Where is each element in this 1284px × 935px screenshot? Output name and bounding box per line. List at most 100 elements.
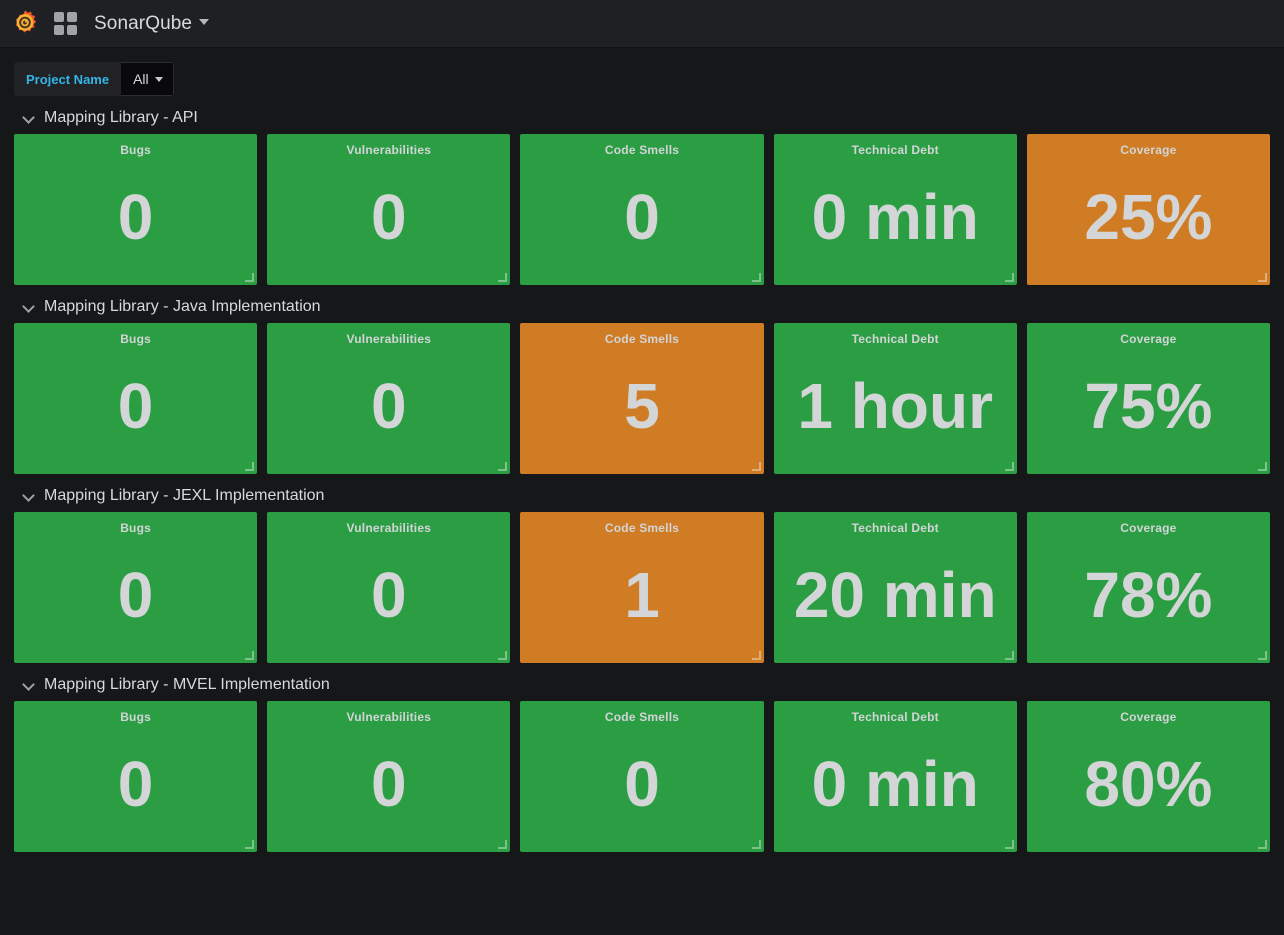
singlestat-panel[interactable]: Bugs 0 xyxy=(14,512,258,663)
panel-title: Bugs xyxy=(120,521,151,535)
singlestat-panel[interactable]: Code Smells 5 xyxy=(520,323,764,474)
panel-value: 20 min xyxy=(793,559,997,631)
singlestat-panel[interactable]: Coverage 78% xyxy=(1026,512,1271,663)
panel-title: Code Smells xyxy=(604,332,680,346)
panel-resize-handle[interactable] xyxy=(1004,840,1014,849)
singlestat-panel[interactable]: Bugs 0 xyxy=(14,701,258,852)
dashboard-row-title: Mapping Library - API xyxy=(44,109,198,126)
dashboard-title-button[interactable]: SonarQube xyxy=(78,13,210,35)
dashboard-row-title: Mapping Library - MVEL Implementation xyxy=(44,676,330,693)
singlestat-panel[interactable]: Bugs 0 xyxy=(14,323,258,474)
variable-value-dropdown[interactable]: All xyxy=(121,62,174,96)
dashboard-body: Mapping Library - API Bugs 0 Vulnerabilitie… xyxy=(0,104,1284,852)
singlestat-panel[interactable]: Vulnerabilities 0 xyxy=(267,512,511,663)
panel-value: 25% xyxy=(1084,181,1213,253)
panel-resize-handle[interactable] xyxy=(245,462,255,471)
singlestat-panel[interactable]: Vulnerabilities 0 xyxy=(267,134,511,285)
dashboard-submenu: Project Name All xyxy=(0,48,1284,104)
singlestat-panel[interactable]: Technical Debt 1 hour xyxy=(773,323,1017,474)
grafana-logo-icon[interactable] xyxy=(8,7,42,41)
singlestat-panel[interactable]: Code Smells 1 xyxy=(520,512,764,663)
panel-resize-handle[interactable] xyxy=(1258,651,1268,660)
panel-title: Code Smells xyxy=(604,521,680,535)
panel-title: Vulnerabilities xyxy=(346,143,432,157)
panel-value: 0 xyxy=(371,559,407,631)
dashboard-row-title: Mapping Library - Java Implementation xyxy=(44,298,321,315)
panel-title: Coverage xyxy=(1120,143,1177,157)
panel-resize-handle[interactable] xyxy=(1004,462,1014,471)
panel-title: Code Smells xyxy=(604,710,680,724)
dashboard-row-header[interactable]: Mapping Library - Java Implementation xyxy=(14,293,1270,321)
singlestat-panel[interactable]: Technical Debt 0 min xyxy=(773,701,1017,852)
dashboard-row-header[interactable]: Mapping Library - JEXL Implementation xyxy=(14,482,1270,510)
singlestat-panel[interactable]: Bugs 0 xyxy=(14,134,258,285)
panel-value: 1 xyxy=(624,559,660,631)
panel-resize-handle[interactable] xyxy=(1258,840,1268,849)
variable-label: Project Name xyxy=(14,62,122,96)
panel-title: Coverage xyxy=(1120,710,1177,724)
panel-title: Technical Debt xyxy=(851,332,939,346)
panel-title: Technical Debt xyxy=(851,521,939,535)
panel-title: Code Smells xyxy=(604,143,680,157)
panel-resize-handle[interactable] xyxy=(498,651,508,660)
panel-value: 0 min xyxy=(811,181,979,253)
dashboard-row-header[interactable]: Mapping Library - MVEL Implementation xyxy=(14,671,1270,699)
singlestat-panel[interactable]: Coverage 75% xyxy=(1026,323,1271,474)
panel-value: 78% xyxy=(1084,559,1213,631)
chevron-down-icon xyxy=(22,111,36,125)
panel-resize-handle[interactable] xyxy=(1258,462,1268,471)
panel-resize-handle[interactable] xyxy=(1004,273,1014,282)
chevron-down-icon xyxy=(199,18,210,25)
panel-title: Bugs xyxy=(120,332,151,346)
chevron-down-icon xyxy=(22,300,36,314)
dashboard-row-title: Mapping Library - JEXL Implementation xyxy=(44,487,325,504)
panel-resize-handle[interactable] xyxy=(245,651,255,660)
panel-title: Bugs xyxy=(120,710,151,724)
panel-value: 5 xyxy=(624,370,660,442)
panel-resize-handle[interactable] xyxy=(498,840,508,849)
panel-value: 0 xyxy=(117,748,154,820)
panel-resize-handle[interactable] xyxy=(1258,273,1268,282)
dashboard-row-header[interactable]: Mapping Library - API xyxy=(14,104,1270,132)
panel-resize-handle[interactable] xyxy=(1004,651,1014,660)
dashboard-grid-icon[interactable] xyxy=(54,11,78,36)
grid-square xyxy=(54,24,64,35)
panel-resize-handle[interactable] xyxy=(751,651,761,660)
dashboard-row-panels: Bugs 0 Vulnerabilities 0 Code Smells 0 Technic… xyxy=(14,134,1271,285)
panel-title: Vulnerabilities xyxy=(346,521,432,535)
panel-title: Vulnerabilities xyxy=(346,710,432,724)
grid-square xyxy=(67,11,77,22)
panel-title: Vulnerabilities xyxy=(346,332,432,346)
panel-value: 0 xyxy=(624,748,660,820)
panel-value: 0 xyxy=(371,370,407,442)
panel-value: 0 xyxy=(371,748,407,820)
top-navbar: SonarQube xyxy=(0,0,1284,48)
panel-value: 1 hour xyxy=(797,370,993,442)
chevron-down-icon xyxy=(22,489,36,503)
panel-value: 0 xyxy=(371,181,407,253)
panel-resize-handle[interactable] xyxy=(751,273,761,282)
panel-resize-handle[interactable] xyxy=(245,273,255,282)
panel-title: Technical Debt xyxy=(851,710,939,724)
template-variable-project-name: Project Name All xyxy=(14,62,174,96)
singlestat-panel[interactable]: Vulnerabilities 0 xyxy=(267,323,511,474)
singlestat-panel[interactable]: Technical Debt 0 min xyxy=(773,134,1017,285)
panel-title: Technical Debt xyxy=(851,143,939,157)
panel-resize-handle[interactable] xyxy=(751,840,761,849)
panel-value: 0 xyxy=(117,181,154,253)
panel-resize-handle[interactable] xyxy=(245,840,255,849)
panel-title: Coverage xyxy=(1120,521,1177,535)
singlestat-panel[interactable]: Code Smells 0 xyxy=(520,701,764,852)
panel-resize-handle[interactable] xyxy=(498,462,508,471)
singlestat-panel[interactable]: Coverage 80% xyxy=(1026,701,1271,852)
panel-resize-handle[interactable] xyxy=(751,462,761,471)
panel-resize-handle[interactable] xyxy=(498,273,508,282)
panel-value: 0 min xyxy=(811,748,979,820)
singlestat-panel[interactable]: Coverage 25% xyxy=(1026,134,1271,285)
singlestat-panel[interactable]: Code Smells 0 xyxy=(520,134,764,285)
singlestat-panel[interactable]: Vulnerabilities 0 xyxy=(267,701,511,852)
panel-value: 75% xyxy=(1084,370,1213,442)
singlestat-panel[interactable]: Technical Debt 20 min xyxy=(773,512,1017,663)
chevron-down-icon xyxy=(154,76,163,82)
panel-value: 0 xyxy=(117,370,154,442)
